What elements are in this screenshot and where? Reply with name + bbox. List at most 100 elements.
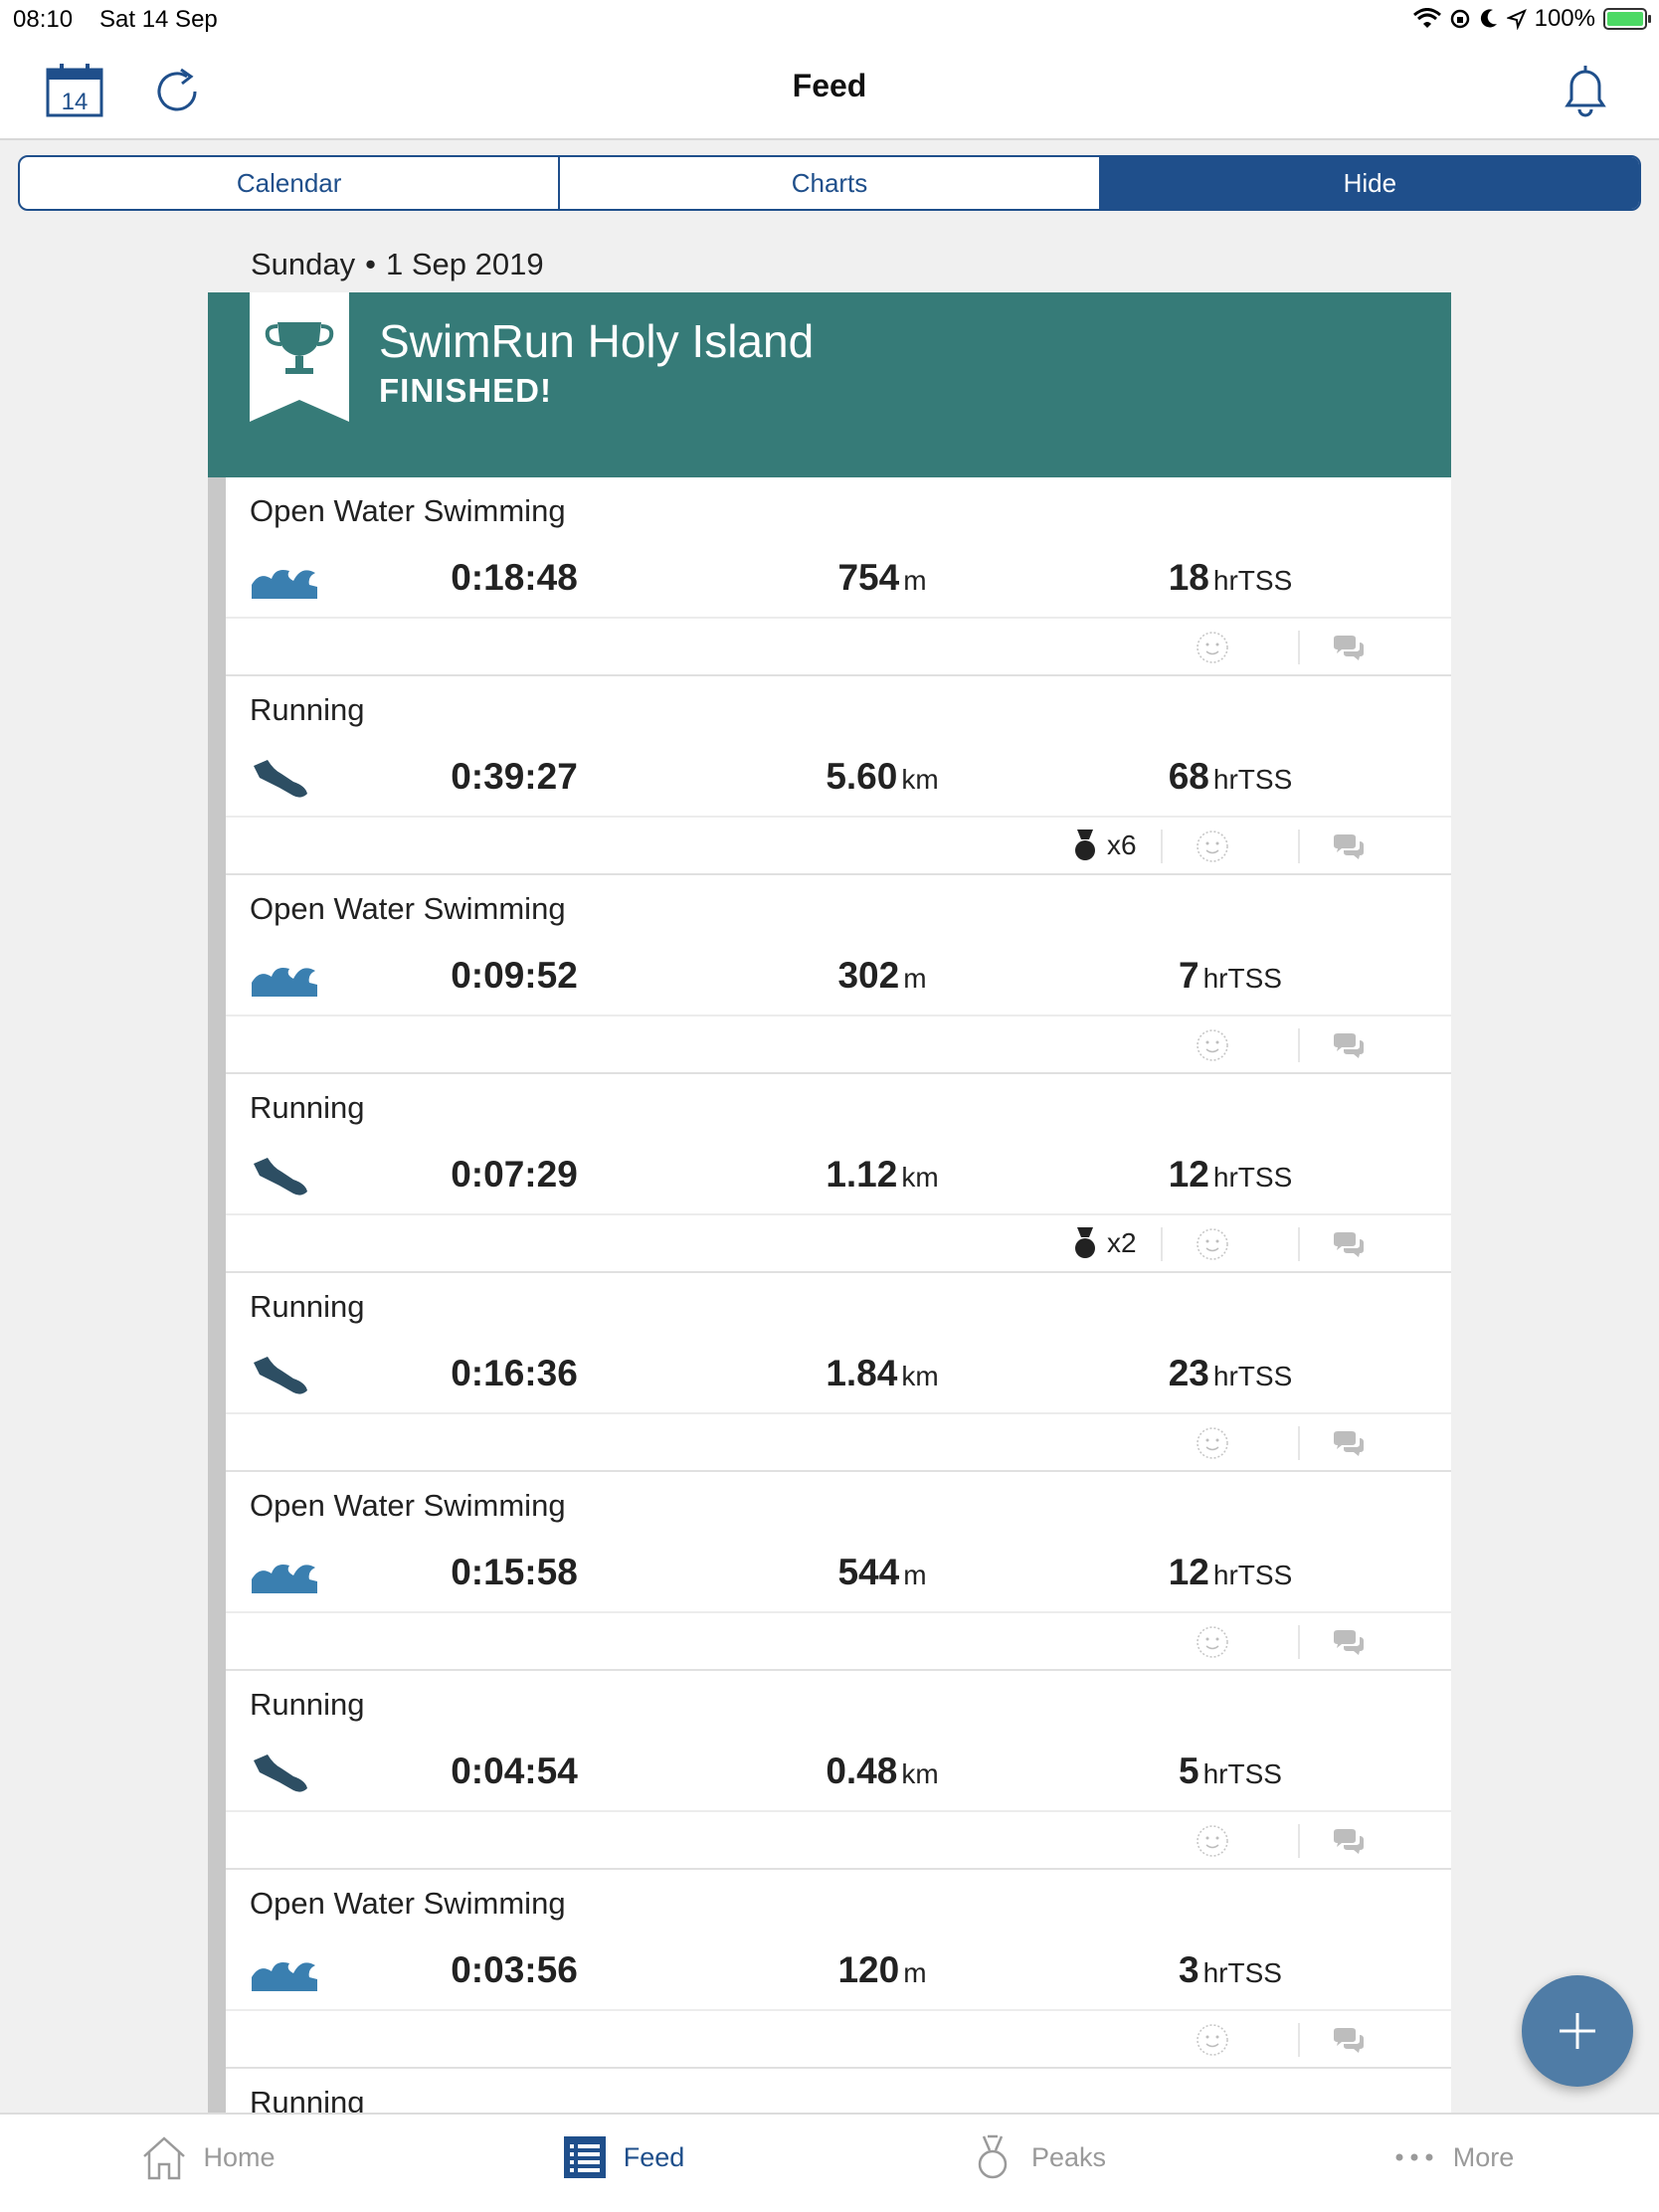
feeling-smiley-icon[interactable] <box>1196 1625 1229 1659</box>
home-icon <box>143 2136 186 2180</box>
action-separator <box>1298 1028 1300 1062</box>
comment-bubbles-icon[interactable] <box>1332 1032 1366 1060</box>
workout-tss: 23 hrTSS <box>1121 1353 1340 1394</box>
workout-row[interactable]: Running 0:04:54 0.48 km 5 hrTSS <box>226 1671 1451 1870</box>
action-separator <box>1298 2023 1300 2057</box>
workout-row[interactable]: Running 0:16:36 1.84 km 23 hrTSS <box>226 1273 1451 1472</box>
running-shoe-icon <box>254 760 307 798</box>
add-workout-button[interactable] <box>1522 1975 1633 2087</box>
tab-peaks-label: Peaks <box>1030 2141 1107 2172</box>
workout-row[interactable]: Open Water Swimming 0:03:56 120 m 3 hrTSS <box>226 1870 1451 2069</box>
distance-value: 754 <box>837 557 900 598</box>
tab-more[interactable]: More <box>1244 2115 1659 2212</box>
workout-type: Running <box>250 1687 365 1722</box>
tab-home[interactable]: Home <box>0 2115 415 2212</box>
workout-row[interactable]: Running <box>226 2069 1451 2113</box>
status-time: 08:10 <box>13 6 74 33</box>
running-shoe-icon <box>254 1754 307 1792</box>
status-indicators: 100% <box>1412 5 1651 33</box>
workout-type: Running <box>250 1090 365 1125</box>
event-title: SwimRun Holy Island <box>379 315 815 367</box>
workout-actions <box>226 1812 1451 1868</box>
distance-unit: m <box>903 1560 927 1590</box>
segment-charts[interactable]: Charts <box>560 157 1101 209</box>
peak-medal-icon <box>1075 1227 1095 1258</box>
notifications-bell-icon[interactable] <box>1558 60 1613 119</box>
workout-type: Open Water Swimming <box>250 1886 566 1921</box>
distance-unit: m <box>903 1957 927 1988</box>
swim-wave-icon <box>252 570 317 599</box>
comment-bubbles-icon[interactable] <box>1332 1629 1366 1657</box>
workout-duration: 0:16:36 <box>451 1353 578 1393</box>
distance-unit: m <box>903 565 927 596</box>
workout-row[interactable]: Open Water Swimming 0:15:58 544 m 12 hrTSS <box>226 1472 1451 1671</box>
day-weekday: Sunday <box>251 247 356 281</box>
segment-hide[interactable]: Hide <box>1100 157 1639 209</box>
distance-unit: km <box>901 1162 939 1193</box>
workout-tss: 68 hrTSS <box>1121 756 1340 798</box>
status-bar: 08:10 Sat 14 Sep 100% <box>0 0 1659 40</box>
distance-unit: km <box>901 1361 939 1391</box>
comment-bubbles-icon[interactable] <box>1332 1430 1366 1458</box>
tss-value: 18 <box>1168 557 1209 598</box>
day-date: 1 Sep 2019 <box>386 247 544 281</box>
tss-unit: hrTSS <box>1212 1361 1293 1391</box>
action-separator <box>1298 1227 1300 1261</box>
action-separator <box>1298 631 1300 664</box>
tab-feed[interactable]: Feed <box>415 2115 830 2212</box>
feed-list-icon <box>563 2136 606 2178</box>
workout-type: Running <box>250 1289 365 1324</box>
feeling-smiley-icon[interactable] <box>1196 830 1229 863</box>
page-title: Feed <box>792 68 867 103</box>
segment-calendar[interactable]: Calendar <box>20 157 561 209</box>
workout-duration: 0:18:48 <box>451 557 578 598</box>
tab-peaks[interactable]: Peaks <box>830 2115 1244 2212</box>
workout-row[interactable]: Running 0:39:27 5.60 km 68 hrTSS x6 <box>226 676 1451 875</box>
tss-unit: hrTSS <box>1212 1560 1293 1590</box>
action-separator <box>1161 1227 1163 1261</box>
running-shoe-icon <box>254 1357 307 1394</box>
feeling-smiley-icon[interactable] <box>1196 1824 1229 1858</box>
battery-icon <box>1603 8 1651 30</box>
comment-bubbles-icon[interactable] <box>1332 833 1366 861</box>
tss-unit: hrTSS <box>1212 764 1293 795</box>
action-separator <box>1298 1426 1300 1460</box>
distance-value: 5.60 <box>826 756 898 797</box>
tab-feed-label: Feed <box>623 2141 685 2172</box>
view-segmented-control: Calendar Charts Hide <box>18 155 1641 211</box>
workout-row[interactable]: Running 0:07:29 1.12 km 12 hrTSS x2 <box>226 1074 1451 1273</box>
tss-unit: hrTSS <box>1202 1758 1282 1789</box>
workout-type: Running <box>250 2085 365 2113</box>
feeling-smiley-icon[interactable] <box>1196 631 1229 664</box>
workout-distance: 0.48 km <box>783 1751 982 1792</box>
comment-bubbles-icon[interactable] <box>1332 635 1366 662</box>
trophy-ribbon-icon <box>250 292 349 422</box>
medal-icon <box>978 2134 1008 2179</box>
comment-bubbles-icon[interactable] <box>1332 1828 1366 1856</box>
feeling-smiley-icon[interactable] <box>1196 2023 1229 2057</box>
workout-actions <box>226 1414 1451 1470</box>
distance-value: 1.12 <box>826 1154 898 1195</box>
comment-bubbles-icon[interactable] <box>1332 2027 1366 2055</box>
feeling-smiley-icon[interactable] <box>1196 1028 1229 1062</box>
tss-value: 12 <box>1168 1552 1209 1592</box>
workout-distance: 120 m <box>783 1949 982 1991</box>
workout-type: Open Water Swimming <box>250 1488 566 1523</box>
comment-bubbles-icon[interactable] <box>1332 1231 1366 1259</box>
event-status: FINISHED! <box>379 372 552 409</box>
workout-row[interactable]: Open Water Swimming 0:09:52 302 m 7 hrTSS <box>226 875 1451 1074</box>
feeling-smiley-icon[interactable] <box>1196 1426 1229 1460</box>
event-banner[interactable]: SwimRun Holy Island FINISHED! <box>208 292 1451 477</box>
tss-unit: hrTSS <box>1202 963 1282 994</box>
action-separator <box>1298 1824 1300 1858</box>
running-shoe-icon <box>254 1158 307 1196</box>
distance-unit: km <box>901 1758 939 1789</box>
workout-distance: 754 m <box>783 557 982 599</box>
workout-tss: 12 hrTSS <box>1121 1154 1340 1196</box>
more-dots-icon <box>1395 2153 1433 2161</box>
swim-wave-icon <box>252 968 317 997</box>
workout-row[interactable]: Open Water Swimming 0:18:48 754 m 18 hrTSS <box>226 477 1451 676</box>
tss-value: 3 <box>1179 1949 1199 1990</box>
feeling-smiley-icon[interactable] <box>1196 1227 1229 1261</box>
tss-value: 12 <box>1168 1154 1209 1195</box>
